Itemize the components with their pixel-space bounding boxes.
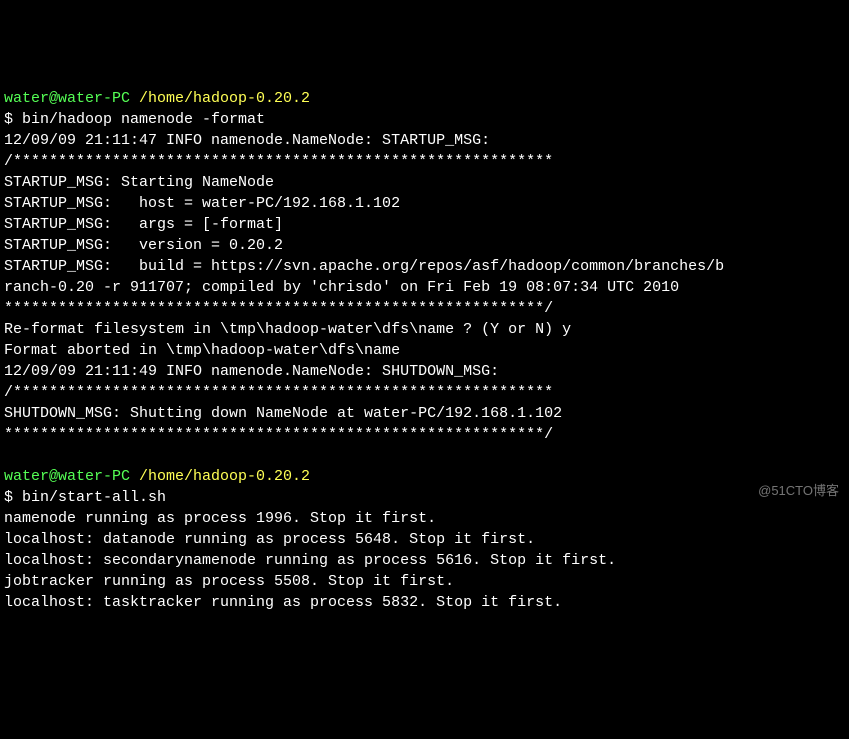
prompt-path: /home/hadoop-0.20.2: [139, 468, 310, 485]
command-line-1[interactable]: $ bin/hadoop namenode -format: [4, 109, 845, 130]
watermark: @51CTO博客: [758, 482, 839, 500]
output1-line: ****************************************…: [4, 424, 845, 445]
output2-line: jobtracker running as process 5508. Stop…: [4, 571, 845, 592]
prompt-line-2: water@water-PC /home/hadoop-0.20.2: [4, 466, 845, 487]
prompt-dollar: $: [4, 111, 22, 128]
output1-line: STARTUP_MSG: version = 0.20.2: [4, 235, 845, 256]
output1-line: STARTUP_MSG: args = [-format]: [4, 214, 845, 235]
output1-line: /***************************************…: [4, 151, 845, 172]
output1-line: 12/09/09 21:11:49 INFO namenode.NameNode…: [4, 361, 845, 382]
output1-line: /***************************************…: [4, 382, 845, 403]
output1-line: [4, 445, 845, 466]
prompt-path: /home/hadoop-0.20.2: [139, 90, 310, 107]
output1-line: STARTUP_MSG: Starting NameNode: [4, 172, 845, 193]
output2-line: localhost: secondarynamenode running as …: [4, 550, 845, 571]
command-text: bin/hadoop namenode -format: [22, 111, 265, 128]
command-text: bin/start-all.sh: [22, 489, 166, 506]
output1-line: Format aborted in \tmp\hadoop-water\dfs\…: [4, 340, 845, 361]
output1-line: Re-format filesystem in \tmp\hadoop-wate…: [4, 319, 845, 340]
output1-line: STARTUP_MSG: host = water-PC/192.168.1.1…: [4, 193, 845, 214]
terminal-output[interactable]: water@water-PC /home/hadoop-0.20.2$ bin/…: [4, 88, 845, 613]
command-line-2[interactable]: $ bin/start-all.sh: [4, 487, 845, 508]
output2-line: namenode running as process 1996. Stop i…: [4, 508, 845, 529]
prompt-user-host: water@water-PC: [4, 90, 139, 107]
output2-line: localhost: tasktracker running as proces…: [4, 592, 845, 613]
output1-line: SHUTDOWN_MSG: Shutting down NameNode at …: [4, 403, 845, 424]
prompt-dollar: $: [4, 489, 22, 506]
prompt-line-1: water@water-PC /home/hadoop-0.20.2: [4, 88, 845, 109]
output1-line: STARTUP_MSG: build = https://svn.apache.…: [4, 256, 845, 277]
output1-line: ****************************************…: [4, 298, 845, 319]
prompt-user-host: water@water-PC: [4, 468, 139, 485]
output2-line: localhost: datanode running as process 5…: [4, 529, 845, 550]
output1-line: ranch-0.20 -r 911707; compiled by 'chris…: [4, 277, 845, 298]
output1-line: 12/09/09 21:11:47 INFO namenode.NameNode…: [4, 130, 845, 151]
